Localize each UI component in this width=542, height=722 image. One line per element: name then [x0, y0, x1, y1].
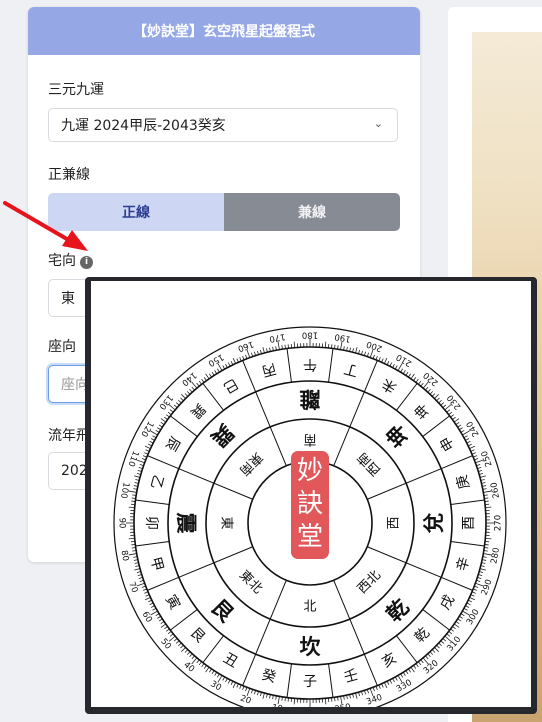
- era-label: 三元九運: [48, 82, 104, 98]
- direction-label: 北: [303, 600, 316, 615]
- compass-canvas: 0102030405060708090100110120130140150160…: [91, 281, 531, 720]
- degree-label: 0: [307, 707, 312, 708]
- seal-character: 訣: [297, 489, 323, 519]
- direction-label: 東: [219, 516, 235, 529]
- mountain-label: 申: [437, 433, 458, 453]
- mountain-label: 艮: [187, 625, 208, 646]
- trigram-label: 乾: [382, 595, 414, 627]
- degree-label: 280: [489, 547, 502, 565]
- degree-label: 210: [395, 351, 414, 368]
- mountain-label: 寅: [162, 592, 184, 613]
- year-label: 流年飛: [48, 428, 90, 444]
- degree-label: 130: [157, 392, 175, 411]
- sitting-label: 座向: [48, 339, 76, 355]
- mountain-label: 癸: [260, 667, 278, 686]
- degree-label: 90: [117, 518, 127, 529]
- degree-label: 150: [206, 351, 225, 368]
- degree-label: 190: [334, 331, 352, 344]
- mountain-label: 丙: [260, 360, 278, 379]
- trigram-label: 坤: [382, 419, 414, 451]
- compass-tooltip: 0102030405060708090100110120130140150160…: [85, 277, 537, 720]
- mountain-label: 未: [379, 375, 399, 396]
- mountain-label: 子: [303, 674, 317, 690]
- mountain-label: 亥: [379, 650, 399, 671]
- mountain-label: 卯: [143, 516, 159, 530]
- mountain-label: 辛: [454, 555, 473, 573]
- direction-label: 東北: [236, 567, 266, 597]
- seal-stamp: 妙訣堂: [291, 451, 329, 559]
- degree-label: 80: [118, 550, 130, 562]
- degree-label: 140: [179, 370, 198, 388]
- year-input-value: 202: [61, 463, 88, 479]
- mountain-label: 庚: [454, 473, 473, 491]
- mountain-label: 甲: [147, 555, 166, 573]
- degree-label: 310: [445, 635, 463, 654]
- line-label: 正兼線: [48, 167, 90, 183]
- direction-label: 西: [387, 516, 402, 529]
- degree-label: 270: [494, 515, 504, 531]
- mountain-label: 乾: [412, 625, 433, 646]
- mountain-label: 丁: [342, 360, 360, 379]
- mountain-label: 酉: [461, 516, 477, 530]
- mountain-label: 辰: [162, 433, 183, 453]
- degree-label: 60: [140, 610, 154, 624]
- degree-label: 320: [422, 658, 441, 676]
- direction-label: 西北: [355, 568, 384, 597]
- red-arrow-annotation: [3, 201, 88, 251]
- trigram-label: 巽: [206, 419, 238, 451]
- degree-label: 10: [271, 703, 283, 707]
- mountain-label: 午: [303, 356, 317, 372]
- mountain-label: 巽: [187, 400, 208, 421]
- degree-label: 300: [465, 608, 482, 627]
- trigram-label: 震: [174, 513, 198, 535]
- degree-label: 240: [465, 419, 482, 438]
- degree-label: 350: [334, 702, 352, 707]
- degree-label: 220: [422, 370, 441, 388]
- degree-label: 100: [118, 481, 131, 499]
- degree-label: 170: [268, 331, 286, 344]
- chevron-down-icon: ⌄: [373, 117, 383, 130]
- line-toggle: 正線 兼線: [48, 193, 400, 231]
- degree-label: 180: [302, 330, 318, 340]
- mountain-label: 戌: [437, 592, 458, 612]
- degree-label: 20: [239, 694, 253, 707]
- degree-label: 340: [365, 693, 384, 707]
- degree-label: 70: [126, 581, 139, 595]
- mountain-label: 巳: [220, 375, 240, 396]
- degree-label: 260: [489, 481, 502, 499]
- degree-label: 330: [395, 678, 414, 695]
- trigram-label: 離: [300, 387, 321, 411]
- degree-label: 120: [138, 419, 155, 438]
- seal-character: 妙: [297, 456, 323, 486]
- panel-title: 【妙訣堂】玄空飛星起盤程式: [28, 7, 420, 55]
- trigram-label: 坎: [300, 635, 321, 659]
- era-select-value: 九運 2024甲辰-2043癸亥: [61, 118, 226, 134]
- direction-label: 東南: [236, 449, 266, 479]
- direction-label: 南: [303, 432, 316, 448]
- mountain-label: 坤: [412, 400, 433, 421]
- seal-character: 堂: [297, 522, 323, 552]
- direction-label: 西南: [354, 449, 384, 479]
- degree-label: 230: [445, 392, 463, 411]
- mountain-label: 乙: [147, 473, 166, 491]
- era-select[interactable]: 九運 2024甲辰-2043癸亥 ⌄: [48, 108, 398, 142]
- degree-label: 30: [209, 679, 223, 693]
- line-option-jian[interactable]: 兼線: [224, 193, 400, 231]
- mountain-label: 壬: [342, 667, 360, 686]
- facing-input-value: 東: [61, 291, 75, 307]
- trigram-label: 艮: [206, 595, 239, 628]
- luopan-compass: 0102030405060708090100110120130140150160…: [113, 326, 507, 720]
- mountain-label: 丑: [220, 650, 240, 671]
- trigram-label: 兌: [422, 513, 446, 534]
